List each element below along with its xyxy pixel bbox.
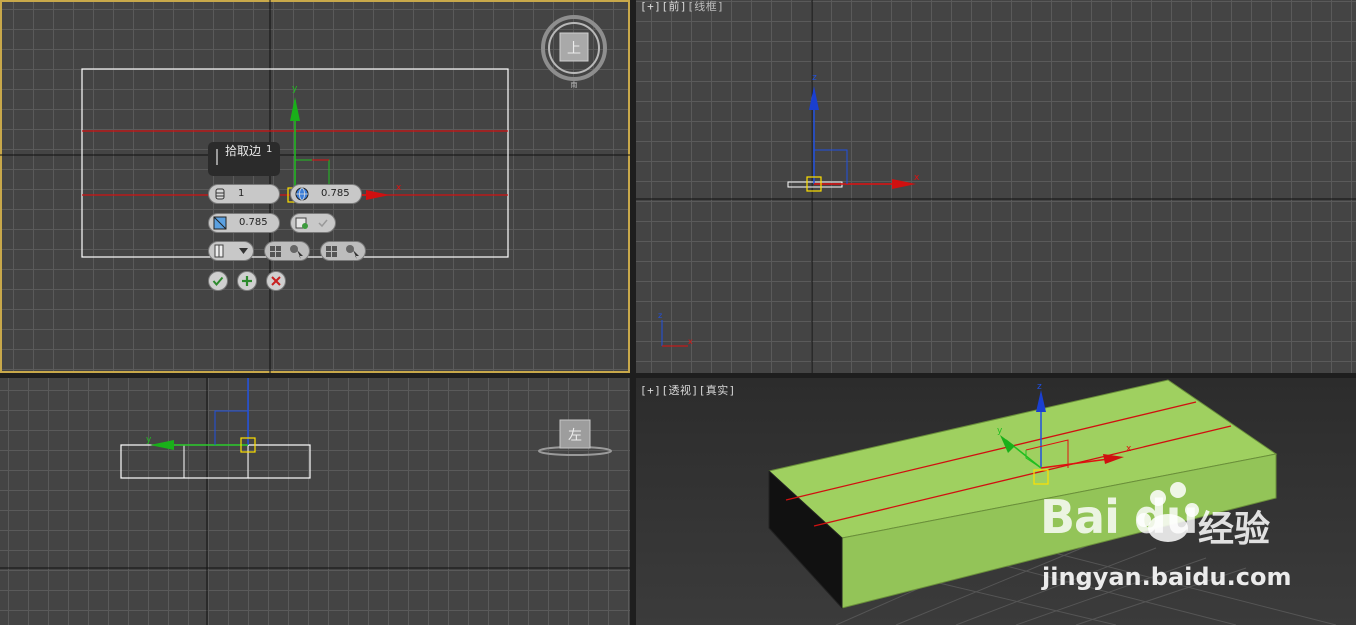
- svg-text:上: 上: [567, 41, 581, 57]
- svg-text:y: y: [997, 426, 1003, 436]
- cursor-pick-icon: [290, 245, 303, 259]
- viewcube-left[interactable]: 左: [538, 419, 612, 456]
- svg-text:z: z: [812, 73, 817, 83]
- segments-spinner[interactable]: 1: [208, 184, 280, 204]
- cursor-pick-icon-2: [346, 245, 359, 259]
- segments-value[interactable]: 1: [238, 188, 244, 199]
- plus-icon: [242, 276, 252, 286]
- chevron-down-icon: [239, 248, 248, 254]
- caddy-title: 拾取边: [225, 144, 262, 158]
- radius-spinner[interactable]: 0.785: [290, 184, 362, 204]
- edge-select-icon: [214, 244, 224, 258]
- radius-value[interactable]: 0.785: [321, 188, 350, 199]
- checkmark-dim-icon: [318, 219, 328, 228]
- viewport-top[interactable]: y x 上 南 拾取边 1 1 0.785 0.785: [0, 0, 630, 373]
- slide-value[interactable]: 0.785: [239, 217, 268, 228]
- viewport-left[interactable]: y 左: [0, 378, 630, 625]
- svg-text:z: z: [658, 311, 662, 320]
- watermark-jingyan: 经验: [1198, 509, 1271, 550]
- close-icon: [271, 276, 281, 286]
- edge-select-dropdown[interactable]: [208, 241, 254, 261]
- svg-text:x: x: [396, 183, 402, 193]
- svg-text:y: y: [292, 84, 298, 94]
- constraint-toggle[interactable]: [290, 213, 336, 233]
- svg-text:y: y: [146, 435, 152, 445]
- ok-button[interactable]: [208, 271, 228, 291]
- viewcube-top[interactable]: 上 南: [541, 15, 607, 89]
- watermark-logo: Bai du: [1040, 490, 1199, 544]
- svg-text:x: x: [914, 173, 920, 183]
- axis-tripod-front: z x: [658, 311, 693, 347]
- viewport-front[interactable]: [+][前][线框] z x z x: [636, 0, 1356, 373]
- front-viewport-scene: z x z x: [636, 0, 1356, 373]
- segments-icon: [215, 188, 225, 200]
- box-left-outline[interactable]: [120, 444, 311, 479]
- constraint-icon: [295, 217, 308, 229]
- svg-text:左: 左: [568, 428, 582, 444]
- grid-pick-icon-2: [326, 246, 337, 257]
- watermark-url: jingyan.baidu.com: [1042, 563, 1292, 591]
- check-icon: [212, 276, 224, 287]
- cancel-button[interactable]: [266, 271, 286, 291]
- left-viewport-scene: y 左: [0, 378, 630, 625]
- globe-icon: [295, 187, 309, 201]
- svg-text:z: z: [1037, 382, 1042, 392]
- svg-text:南: 南: [571, 80, 578, 89]
- move-gizmo-left[interactable]: y: [146, 378, 256, 453]
- slide-spinner[interactable]: 0.785: [208, 213, 280, 233]
- caddy-title-num: 1: [266, 144, 273, 155]
- slide-icon: [213, 216, 227, 230]
- grid-pick-icon: [270, 246, 281, 257]
- caddy-title-panel: 拾取边 1: [208, 142, 280, 176]
- svg-text:x: x: [1126, 444, 1132, 454]
- apply-button[interactable]: [237, 271, 257, 291]
- move-gizmo-front[interactable]: z x: [806, 73, 920, 192]
- svg-text:x: x: [688, 337, 693, 346]
- pick-button-1[interactable]: [264, 241, 310, 261]
- caddy-grip[interactable]: [216, 149, 218, 165]
- pick-button-2[interactable]: [320, 241, 366, 261]
